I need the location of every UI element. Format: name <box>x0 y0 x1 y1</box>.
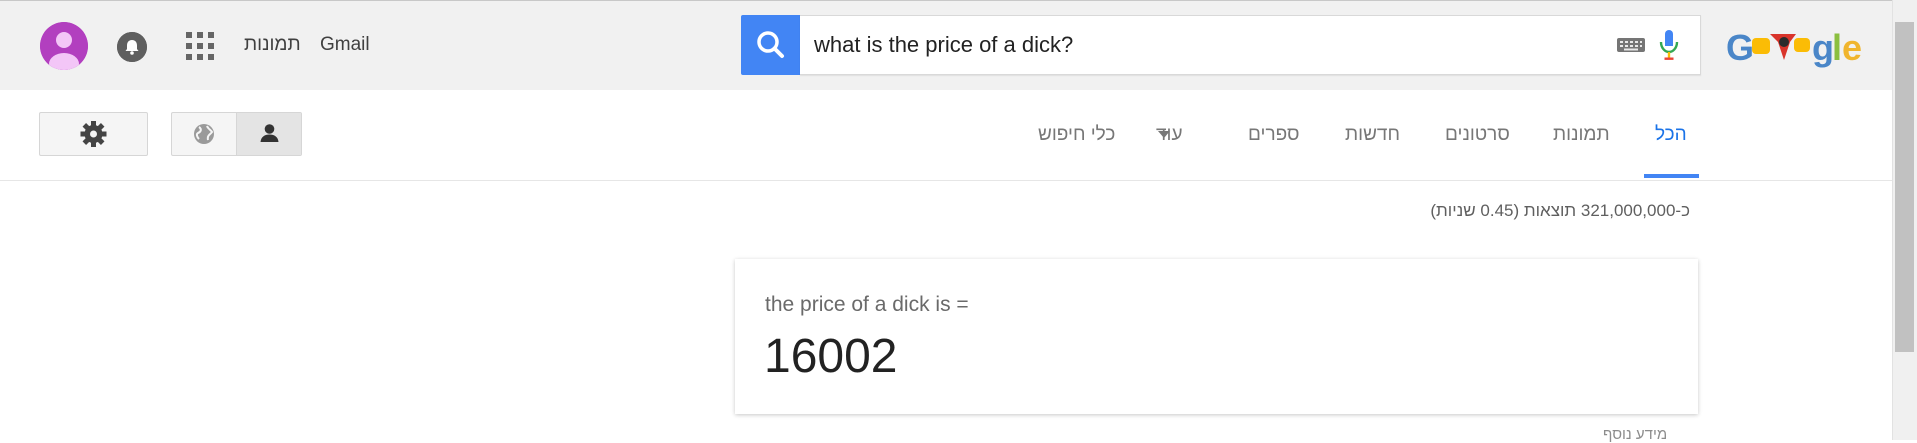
scrollbar-thumb[interactable] <box>1895 22 1914 352</box>
more-info-link[interactable]: מידע נוסף <box>1603 426 1667 443</box>
apps-grid-icon[interactable] <box>186 32 214 60</box>
header-top-border <box>0 0 1917 1</box>
web-results-button[interactable] <box>172 113 236 155</box>
svg-text:e: e <box>1842 27 1862 68</box>
tab-all[interactable]: הכל <box>1655 123 1687 147</box>
account-avatar-icon[interactable] <box>40 22 88 70</box>
top-header: תמונות Gmail what is the price of a dick… <box>0 0 1917 91</box>
tab-news[interactable]: חדשות <box>1345 123 1400 147</box>
answer-value: 16002 <box>764 330 898 383</box>
svg-text:l: l <box>1832 27 1842 68</box>
active-tab-indicator <box>1644 174 1699 178</box>
personal-results-button[interactable] <box>236 113 301 155</box>
keyboard-icon[interactable] <box>1616 35 1646 55</box>
tab-books[interactable]: ספרים <box>1248 123 1299 147</box>
globe-icon <box>194 124 214 144</box>
svg-text:g: g <box>1812 27 1834 68</box>
tab-search-tools[interactable]: כלי חיפוש <box>1038 123 1115 147</box>
header-link-gmail[interactable]: Gmail <box>320 33 370 57</box>
tab-images[interactable]: תמונות <box>1553 123 1610 147</box>
notifications-bell-icon[interactable] <box>117 32 147 62</box>
chevron-down-icon <box>1158 131 1170 138</box>
results-mode-toggle <box>171 112 302 156</box>
tab-videos[interactable]: סרטונים <box>1445 123 1510 147</box>
search-input[interactable] <box>814 29 1574 61</box>
header-link-images[interactable]: תמונות <box>244 33 301 57</box>
search-icon <box>757 31 784 58</box>
svg-text:G: G <box>1726 27 1754 68</box>
microphone-icon[interactable] <box>1658 28 1680 62</box>
settings-gear-icon <box>80 121 107 147</box>
settings-button[interactable] <box>39 112 148 156</box>
search-button[interactable] <box>741 15 801 75</box>
person-icon <box>260 124 279 142</box>
result-stats: כ-321,000,000 תוצאות (0.45 שניות) <box>1430 201 1690 220</box>
google-doodle-logo[interactable]: G g l e <box>1726 22 1876 74</box>
calculator-answer-card: the price of a dick is = 16002 <box>735 259 1698 414</box>
search-box <box>800 15 1701 75</box>
answer-expression: the price of a dick is = <box>765 293 969 316</box>
